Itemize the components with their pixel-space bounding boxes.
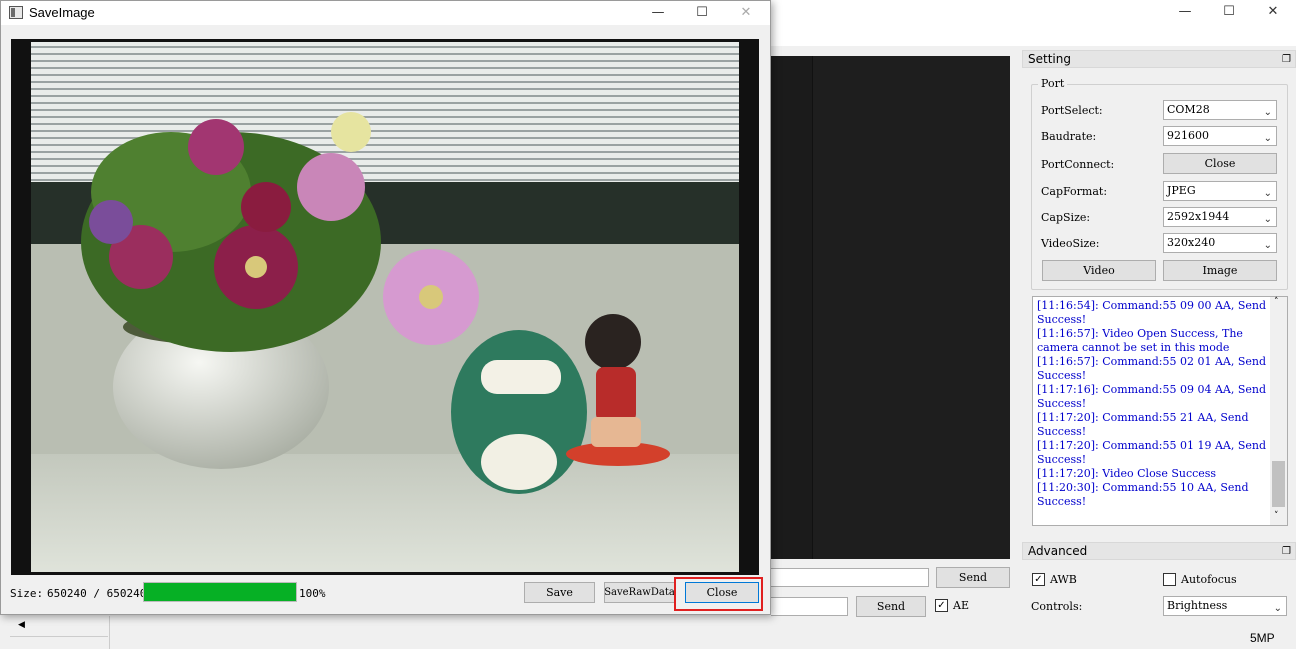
close-icon[interactable]: ✕ xyxy=(1250,0,1296,22)
size-label: Size: xyxy=(10,587,44,600)
save-raw-data-button[interactable]: SaveRawData xyxy=(604,582,675,603)
video-size-value: 320x240 xyxy=(1167,236,1216,249)
autofocus-checkbox[interactable] xyxy=(1163,573,1176,586)
app-icon-bar xyxy=(11,8,15,17)
close-button[interactable]: Close xyxy=(685,582,759,603)
log-line: [11:17:16]: Command:55 09 04 AA, Send xyxy=(1037,383,1267,396)
progress-bar xyxy=(143,582,297,602)
video-button[interactable]: Video xyxy=(1042,260,1156,281)
port-connect-label: PortConnect: xyxy=(1041,158,1115,171)
cap-format-combo[interactable]: JPEG ⌄ xyxy=(1163,181,1277,201)
log-line: Success! xyxy=(1037,453,1087,466)
scroll-down-icon[interactable]: ˅ xyxy=(1274,511,1279,521)
chevron-down-icon: ⌄ xyxy=(1263,240,1272,251)
size-value: 650240 / 650240 xyxy=(47,587,147,600)
image-button[interactable]: Image xyxy=(1163,260,1277,281)
baudrate-label: Baudrate: xyxy=(1041,130,1097,143)
cap-size-combo[interactable]: 2592x1944 ⌄ xyxy=(1163,207,1277,227)
port-close-button[interactable]: Close xyxy=(1163,153,1277,174)
save-image-dialog: SaveImage — ☐ ✕ Size: 650240 / 650240 10… xyxy=(0,0,771,615)
progress-fill xyxy=(144,583,296,601)
close-icon[interactable]: ✕ xyxy=(723,1,769,23)
baudrate-combo[interactable]: 921600 ⌄ xyxy=(1163,126,1277,146)
minimize-icon[interactable]: — xyxy=(635,1,681,23)
float-icon[interactable]: ❐ xyxy=(1282,52,1291,68)
captured-photo xyxy=(31,42,739,572)
log-line: [11:17:20]: Command:55 01 19 AA, Send xyxy=(1037,439,1267,452)
port-select-value: COM28 xyxy=(1167,103,1210,116)
awb-checkbox[interactable]: ✓ xyxy=(1032,573,1045,586)
log-line: [11:17:20]: Video Close Success xyxy=(1037,467,1217,480)
chevron-down-icon: ⌄ xyxy=(1263,188,1272,199)
log-line: Success! xyxy=(1037,397,1087,410)
setting-dock-title: Setting ❐ xyxy=(1022,50,1296,68)
video-size-label: VideoSize: xyxy=(1041,237,1100,250)
send-button-1[interactable]: Send xyxy=(936,567,1010,588)
divider xyxy=(10,636,108,637)
advanced-dock-title: Advanced ❐ xyxy=(1022,542,1296,560)
cap-size-value: 2592x1944 xyxy=(1167,210,1230,223)
log-line: [11:16:54]: Command:55 09 00 AA, Send xyxy=(1037,299,1267,312)
port-group-title: Port xyxy=(1038,77,1068,90)
maximize-icon[interactable]: ☐ xyxy=(1206,0,1252,22)
send-button-2[interactable]: Send xyxy=(856,596,926,617)
log-line: [11:20:30]: Command:55 10 AA, Send xyxy=(1037,481,1249,494)
log-line: [11:16:57]: Video Open Success, The xyxy=(1037,327,1243,340)
send-input-2[interactable] xyxy=(771,597,848,616)
ae-checkbox[interactable]: ✓ xyxy=(935,599,948,612)
cap-format-value: JPEG xyxy=(1167,184,1196,197)
log-line: Success! xyxy=(1037,495,1087,508)
dialog-title: SaveImage xyxy=(29,5,95,20)
log-line: Success! xyxy=(1037,425,1087,438)
cap-format-label: CapFormat: xyxy=(1041,185,1108,198)
chevron-down-icon: ⌄ xyxy=(1273,603,1282,614)
autofocus-label: Autofocus xyxy=(1181,573,1237,586)
app-icon xyxy=(9,6,23,19)
port-select-label: PortSelect: xyxy=(1041,104,1103,117)
controls-combo[interactable]: Brightness ⌄ xyxy=(1163,596,1287,616)
chevron-down-icon: ⌄ xyxy=(1263,133,1272,144)
log-panel[interactable]: [11:16:54]: Command:55 09 00 AA, Send Su… xyxy=(1032,296,1288,526)
log-line: [11:16:57]: Command:55 02 01 AA, Send xyxy=(1037,355,1267,368)
minimize-icon[interactable]: — xyxy=(1162,0,1208,22)
setting-title: Setting xyxy=(1028,52,1071,66)
save-button[interactable]: Save xyxy=(524,582,595,603)
chevron-down-icon: ⌄ xyxy=(1263,214,1272,225)
resolution-status: 5MP xyxy=(1250,631,1275,645)
desk xyxy=(31,454,739,572)
ae-label: AE xyxy=(953,599,969,612)
video-size-combo[interactable]: 320x240 ⌄ xyxy=(1163,233,1277,253)
chevron-down-icon: ⌄ xyxy=(1263,107,1272,118)
dinosaur-toy xyxy=(451,330,587,494)
cap-size-label: CapSize: xyxy=(1041,211,1091,224)
scroll-thumb[interactable] xyxy=(1272,461,1285,507)
scroll-up-icon[interactable]: ˄ xyxy=(1274,297,1279,307)
controls-label: Controls: xyxy=(1031,600,1083,613)
log-line: camera cannot be set in this mode xyxy=(1037,341,1230,354)
controls-value: Brightness xyxy=(1167,599,1228,612)
maximize-icon[interactable]: ☐ xyxy=(679,1,725,23)
log-lines: [11:16:54]: Command:55 09 00 AA, Send Su… xyxy=(1037,299,1269,509)
float-icon[interactable]: ❐ xyxy=(1282,544,1291,560)
dialog-titlebar: SaveImage — ☐ ✕ xyxy=(1,1,770,25)
port-select-combo[interactable]: COM28 ⌄ xyxy=(1163,100,1277,120)
awb-label: AWB xyxy=(1050,573,1077,586)
log-line: [11:17:20]: Command:55 21 AA, Send xyxy=(1037,411,1249,424)
advanced-title: Advanced xyxy=(1028,544,1088,558)
left-panel-remnant: ◀ xyxy=(10,616,110,649)
progress-text: 100% xyxy=(299,587,326,600)
video-preview-area xyxy=(812,56,1010,559)
log-scrollbar[interactable]: ˄ ˅ xyxy=(1270,297,1287,525)
scroll-left-icon[interactable]: ◀ xyxy=(18,620,25,630)
send-input-1[interactable] xyxy=(771,568,929,587)
log-line: Success! xyxy=(1037,369,1087,382)
log-line: Success! xyxy=(1037,313,1087,326)
baudrate-value: 921600 xyxy=(1167,129,1209,142)
captured-image-frame xyxy=(11,39,759,575)
